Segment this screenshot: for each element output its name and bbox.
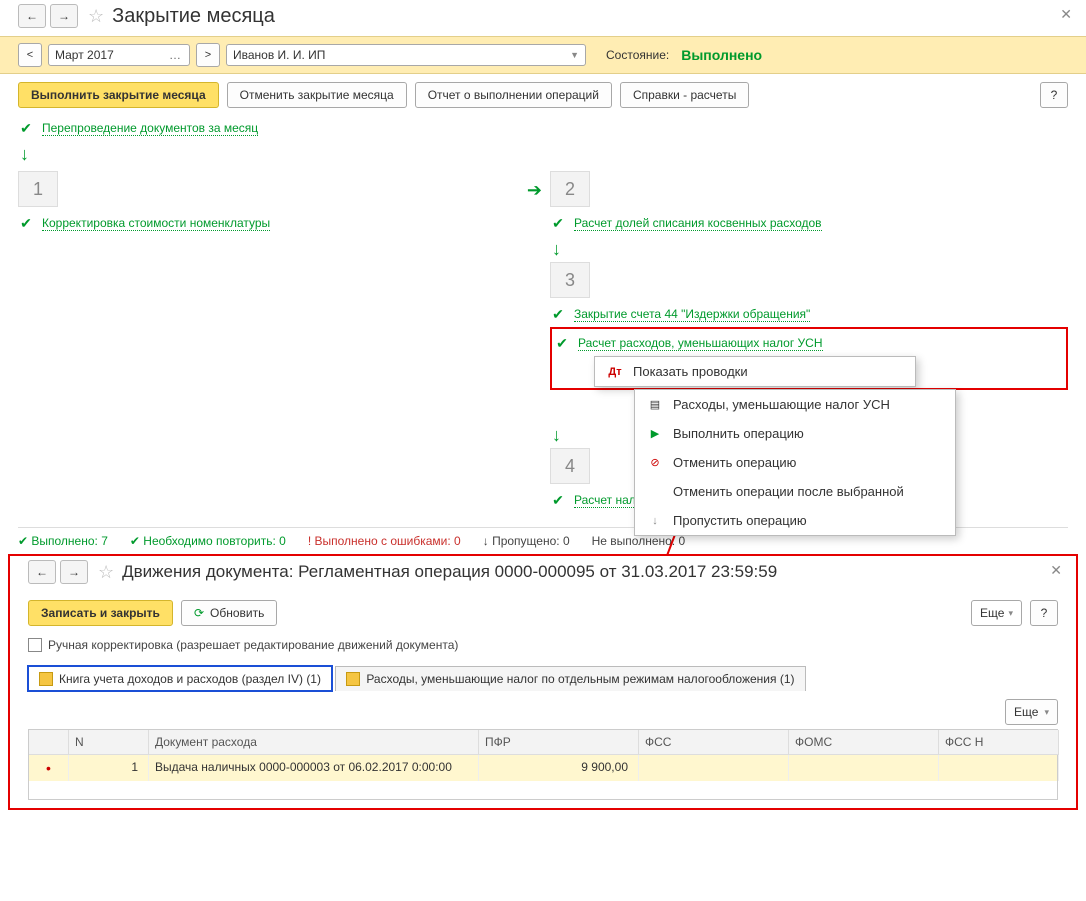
period-value: Март 2017 [55, 48, 114, 62]
stage2-op-link[interactable]: Расчет долей списания косвенных расходов [574, 216, 822, 231]
skip-icon: ↓ [647, 515, 663, 527]
page-title: Закрытие месяца [112, 5, 275, 28]
calc-references-button[interactable]: Справки - расчеты [620, 82, 749, 108]
period-prev-button[interactable]: < [18, 43, 42, 67]
col-n[interactable]: N [69, 730, 149, 755]
help-button[interactable]: ? [1040, 82, 1068, 108]
doc-close-icon[interactable]: ✕ [1050, 562, 1062, 579]
context-skip-op[interactable]: ↓ Пропустить операцию [635, 506, 955, 535]
cell-pfr: 9 900,00 [479, 755, 639, 781]
document-icon: ▤ [647, 398, 663, 411]
period-next-button[interactable]: > [196, 43, 220, 67]
execute-closing-button[interactable]: Выполнить закрытие месяца [18, 82, 219, 108]
check-icon: ✔ [18, 120, 34, 137]
check-icon: ✔ [18, 215, 34, 232]
arrow-down-icon: ↓ [20, 145, 1066, 163]
movements-table: N Документ расхода ПФР ФСС ФОМС ФСС Н • … [28, 729, 1058, 800]
close-icon[interactable]: ✕ [1060, 6, 1072, 23]
status-label: Состояние: [606, 48, 669, 62]
cell-foms [789, 755, 939, 781]
stage3-op1-link[interactable]: Закрытие счета 44 "Издержки обращения" [574, 307, 810, 322]
cancel-closing-button[interactable]: Отменить закрытие месяца [227, 82, 407, 108]
context-menu: Дт Показать проводки [594, 356, 916, 387]
arrow-down-icon: ↓ [552, 240, 1066, 258]
col-pfr[interactable]: ПФР [479, 730, 639, 755]
stage3-op2-link[interactable]: Расчет расходов, уменьшающих налог УСН [578, 336, 823, 351]
context-menu-rest: ▤ Расходы, уменьшающие налог УСН ▶ Выпол… [634, 389, 956, 536]
check-icon: ✔ [550, 306, 566, 323]
check-icon: ✔ [550, 215, 566, 232]
save-close-button[interactable]: Записать и закрыть [28, 600, 173, 626]
cell-fss [639, 755, 789, 781]
tab-kudir-section4[interactable]: Книга учета доходов и расходов (раздел I… [28, 666, 332, 691]
cell-fssn [939, 755, 1059, 781]
check-icon: ✔ [550, 492, 566, 509]
period-field[interactable]: Март 2017 … [48, 44, 190, 66]
doc-page-title: Движения документа: Регламентная операци… [122, 562, 777, 582]
manual-edit-label: Ручная корректировка (разрешает редактир… [48, 638, 458, 652]
col-foms[interactable]: ФОМС [789, 730, 939, 755]
refresh-icon: ⟳ [194, 606, 204, 620]
cancel-icon: ⊘ [647, 456, 663, 469]
context-expenses[interactable]: ▤ Расходы, уменьшающие налог УСН [635, 390, 955, 419]
col-doc[interactable]: Документ расхода [149, 730, 479, 755]
stage-1-badge: 1 [18, 171, 58, 207]
parameters-bar: < Март 2017 … > Иванов И. И. ИП ▼ Состоя… [0, 36, 1086, 74]
status-value: Выполнено [681, 47, 762, 63]
dtkt-icon: Дт [607, 366, 623, 378]
table-more-button[interactable]: Еще▾ [1005, 699, 1058, 725]
context-show-entries[interactable]: Дт Показать проводки [595, 357, 915, 386]
stage-2-badge: 2 [550, 171, 590, 207]
context-cancel-after[interactable]: Отменить операции после выбранной [635, 477, 955, 506]
tab-expenses-regimes[interactable]: Расходы, уменьшающие налог по отдельным … [335, 666, 805, 691]
more-button[interactable]: Еще▾ [971, 600, 1022, 626]
cell-n: 1 [69, 755, 149, 781]
row-marker-icon: • [29, 755, 69, 781]
doc-nav-back-button[interactable]: ← [28, 560, 56, 584]
register-icon [346, 672, 360, 686]
period-select-icon[interactable]: … [165, 48, 185, 62]
operations-report-button[interactable]: Отчет о выполнении операций [415, 82, 612, 108]
table-row[interactable]: • 1 Выдача наличных 0000-000003 от 06.02… [29, 755, 1057, 781]
check-icon: ✔ [554, 335, 570, 352]
nav-back-button[interactable]: ← [18, 4, 46, 28]
organization-field[interactable]: Иванов И. И. ИП ▼ [226, 44, 586, 66]
manual-edit-checkbox[interactable] [28, 638, 42, 652]
register-icon [39, 672, 53, 686]
col-fssn[interactable]: ФСС Н [939, 730, 1059, 755]
cell-doc: Выдача наличных 0000-000003 от 06.02.201… [149, 755, 479, 781]
context-cancel-op[interactable]: ⊘ Отменить операцию [635, 448, 955, 477]
organization-value: Иванов И. И. ИП [233, 48, 325, 62]
stage1-op-link[interactable]: Корректировка стоимости номенклатуры [42, 216, 270, 231]
repost-documents-link[interactable]: Перепроведение документов за месяц [42, 121, 258, 136]
context-execute-op[interactable]: ▶ Выполнить операцию [635, 419, 955, 448]
execute-icon: ▶ [647, 427, 663, 440]
stage-3-badge: 3 [550, 262, 590, 298]
stage-4-badge: 4 [550, 448, 590, 484]
organization-dropdown-icon[interactable]: ▼ [568, 50, 581, 60]
favorite-star-icon[interactable]: ☆ [88, 6, 104, 27]
doc-nav-forward-button[interactable]: → [60, 560, 88, 584]
arrow-right-icon: ➔ [527, 181, 542, 199]
doc-favorite-star-icon[interactable]: ☆ [98, 562, 114, 583]
doc-help-button[interactable]: ? [1030, 600, 1058, 626]
col-fss[interactable]: ФСС [639, 730, 789, 755]
nav-forward-button[interactable]: → [50, 4, 78, 28]
refresh-button[interactable]: ⟳ Обновить [181, 600, 277, 626]
